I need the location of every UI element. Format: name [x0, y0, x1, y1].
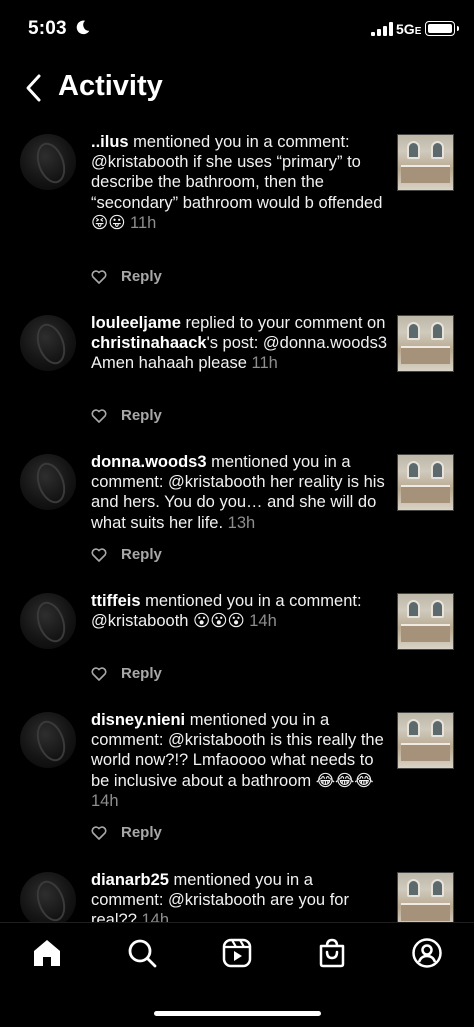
battery-icon [425, 21, 459, 36]
status-time: 5:03 [28, 18, 67, 39]
timestamp: 14h [249, 612, 277, 631]
post-thumbnail[interactable] [397, 454, 454, 511]
heart-icon[interactable] [91, 409, 107, 423]
heart-icon[interactable] [91, 667, 107, 681]
timestamp: 14h [141, 911, 169, 922]
home-icon[interactable] [31, 937, 63, 969]
reply-button[interactable]: Reply [121, 407, 162, 424]
timestamp: 11h [130, 213, 157, 232]
home-indicator [154, 1011, 321, 1016]
heart-icon[interactable] [91, 826, 107, 840]
avatar[interactable] [20, 593, 76, 649]
activity-feed[interactable]: ..ilus mentioned you in a comment: @kris… [0, 122, 474, 922]
username[interactable]: ..ilus [91, 133, 129, 151]
avatar[interactable] [20, 134, 76, 190]
status-bar: 5:03 5GE [0, 0, 474, 58]
moon-icon [76, 20, 90, 35]
reply-button[interactable]: Reply [121, 665, 162, 682]
reply-button[interactable]: Reply [121, 268, 162, 285]
username[interactable]: louleeljame [91, 314, 181, 332]
action-text: mentioned you in a comment: [140, 592, 362, 610]
reels-icon[interactable] [221, 937, 253, 969]
post-suffix: 's post: [206, 334, 263, 353]
post-thumbnail[interactable] [397, 872, 454, 922]
username[interactable]: disney.nieni [91, 711, 185, 729]
heart-icon[interactable] [91, 548, 107, 562]
back-chevron-icon[interactable] [22, 72, 48, 104]
shop-icon[interactable] [316, 937, 348, 969]
header: Activity [0, 58, 474, 118]
timestamp: 11h [251, 354, 278, 373]
signal-icon [371, 22, 393, 36]
page-title: Activity [58, 70, 163, 102]
username[interactable]: donna.woods3 [91, 453, 207, 471]
profile-icon[interactable] [411, 937, 443, 969]
avatar[interactable] [20, 712, 76, 768]
notification-text: dianarb25 mentioned you in a comment: @k… [91, 870, 387, 922]
username[interactable]: dianarb25 [91, 871, 169, 889]
username[interactable]: ttiffeis [91, 592, 141, 610]
action-text: mentioned you in a comment: [128, 133, 350, 151]
bottom-nav [0, 922, 474, 1027]
network-label: 5GE [396, 21, 422, 37]
notification-text: donna.woods3 mentioned you in a comment:… [91, 452, 387, 533]
reply-button[interactable]: Reply [121, 546, 162, 563]
avatar[interactable] [20, 872, 76, 922]
timestamp: 13h [227, 513, 256, 532]
avatar[interactable] [20, 454, 76, 510]
post-owner-username[interactable]: christinahaack [91, 334, 207, 352]
post-thumbnail[interactable] [397, 712, 454, 769]
comment-content: @kristabooth 😮😮😮 [91, 612, 245, 631]
timestamp: 14h [91, 791, 119, 810]
action-text: replied to your comment on [180, 314, 386, 332]
post-thumbnail[interactable] [397, 315, 454, 372]
post-thumbnail[interactable] [397, 593, 454, 650]
heart-icon[interactable] [91, 270, 107, 284]
search-icon[interactable] [126, 937, 158, 969]
notification-text: disney.nieni mentioned you in a comment:… [91, 710, 387, 811]
reply-button[interactable]: Reply [121, 824, 162, 841]
notification-text: ..ilus mentioned you in a comment: @kris… [91, 132, 387, 233]
post-thumbnail[interactable] [397, 134, 454, 191]
notification-text: louleeljame replied to your comment on c… [91, 313, 387, 374]
notification-text: ttiffeis mentioned you in a comment: @kr… [91, 591, 387, 631]
avatar[interactable] [20, 315, 76, 371]
